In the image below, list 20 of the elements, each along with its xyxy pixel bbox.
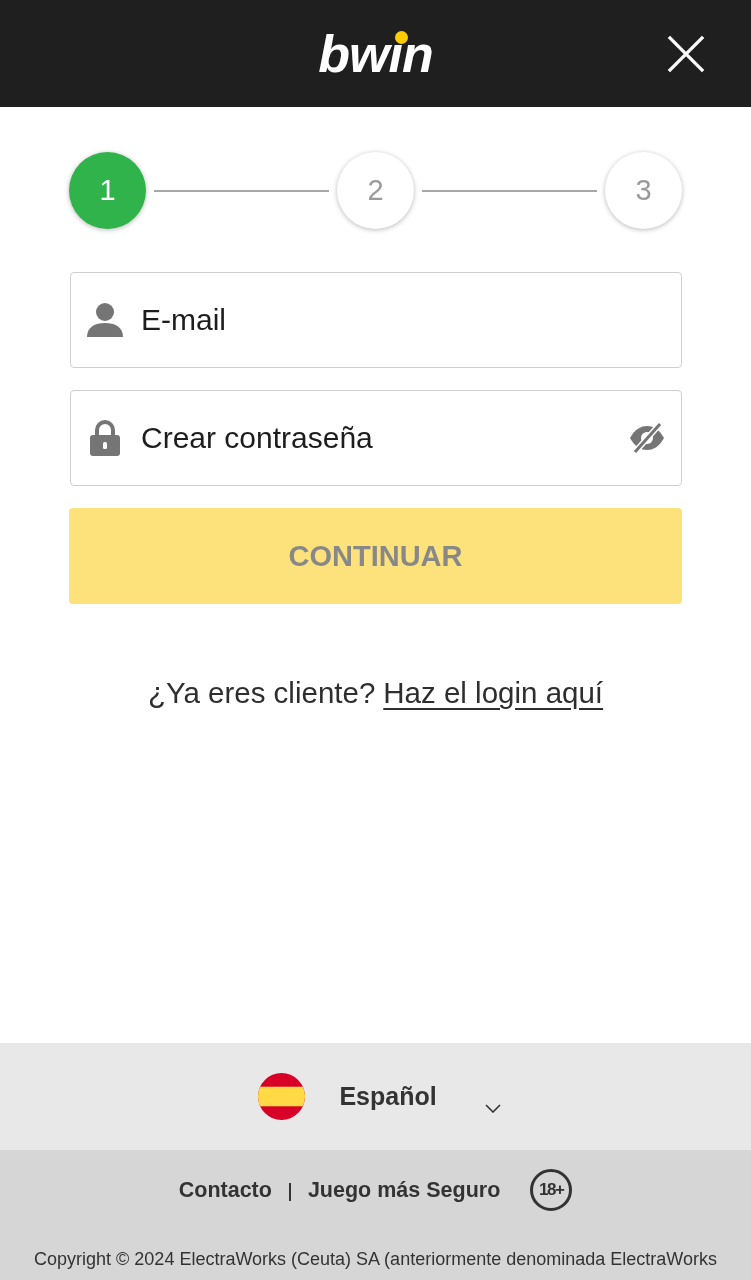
eye-slash-icon[interactable]: [629, 422, 665, 454]
flag-icon: [258, 1073, 306, 1120]
email-field[interactable]: E-mail: [70, 272, 682, 368]
password-field[interactable]: Crear contraseña: [70, 390, 682, 486]
language-selector[interactable]: Español: [258, 1073, 501, 1120]
login-link[interactable]: Haz el login aquí: [383, 676, 604, 710]
step-circle: 1: [69, 152, 146, 229]
person-icon: [87, 303, 123, 337]
age-restriction-badge: 18+: [530, 1169, 573, 1211]
chevron-down-icon: [484, 1104, 501, 1113]
lock-icon: [90, 420, 120, 456]
close-button[interactable]: [667, 35, 705, 73]
footer-link[interactable]: Juego más Seguro: [307, 1177, 501, 1203]
copyright-text: Copyright © 2024 ElectraWorks (Ceuta) SA (anteriormente denominada ElectraWorks: [34, 1249, 717, 1270]
close-icon: [667, 35, 705, 73]
footer-link[interactable]: Contacto: [178, 1177, 272, 1203]
step-circle: 3: [605, 152, 682, 229]
login-prompt-text: ¿Ya eres cliente?: [147, 676, 376, 710]
step-circle: 2: [337, 152, 414, 229]
logo[interactable]: bwin: [318, 27, 433, 80]
